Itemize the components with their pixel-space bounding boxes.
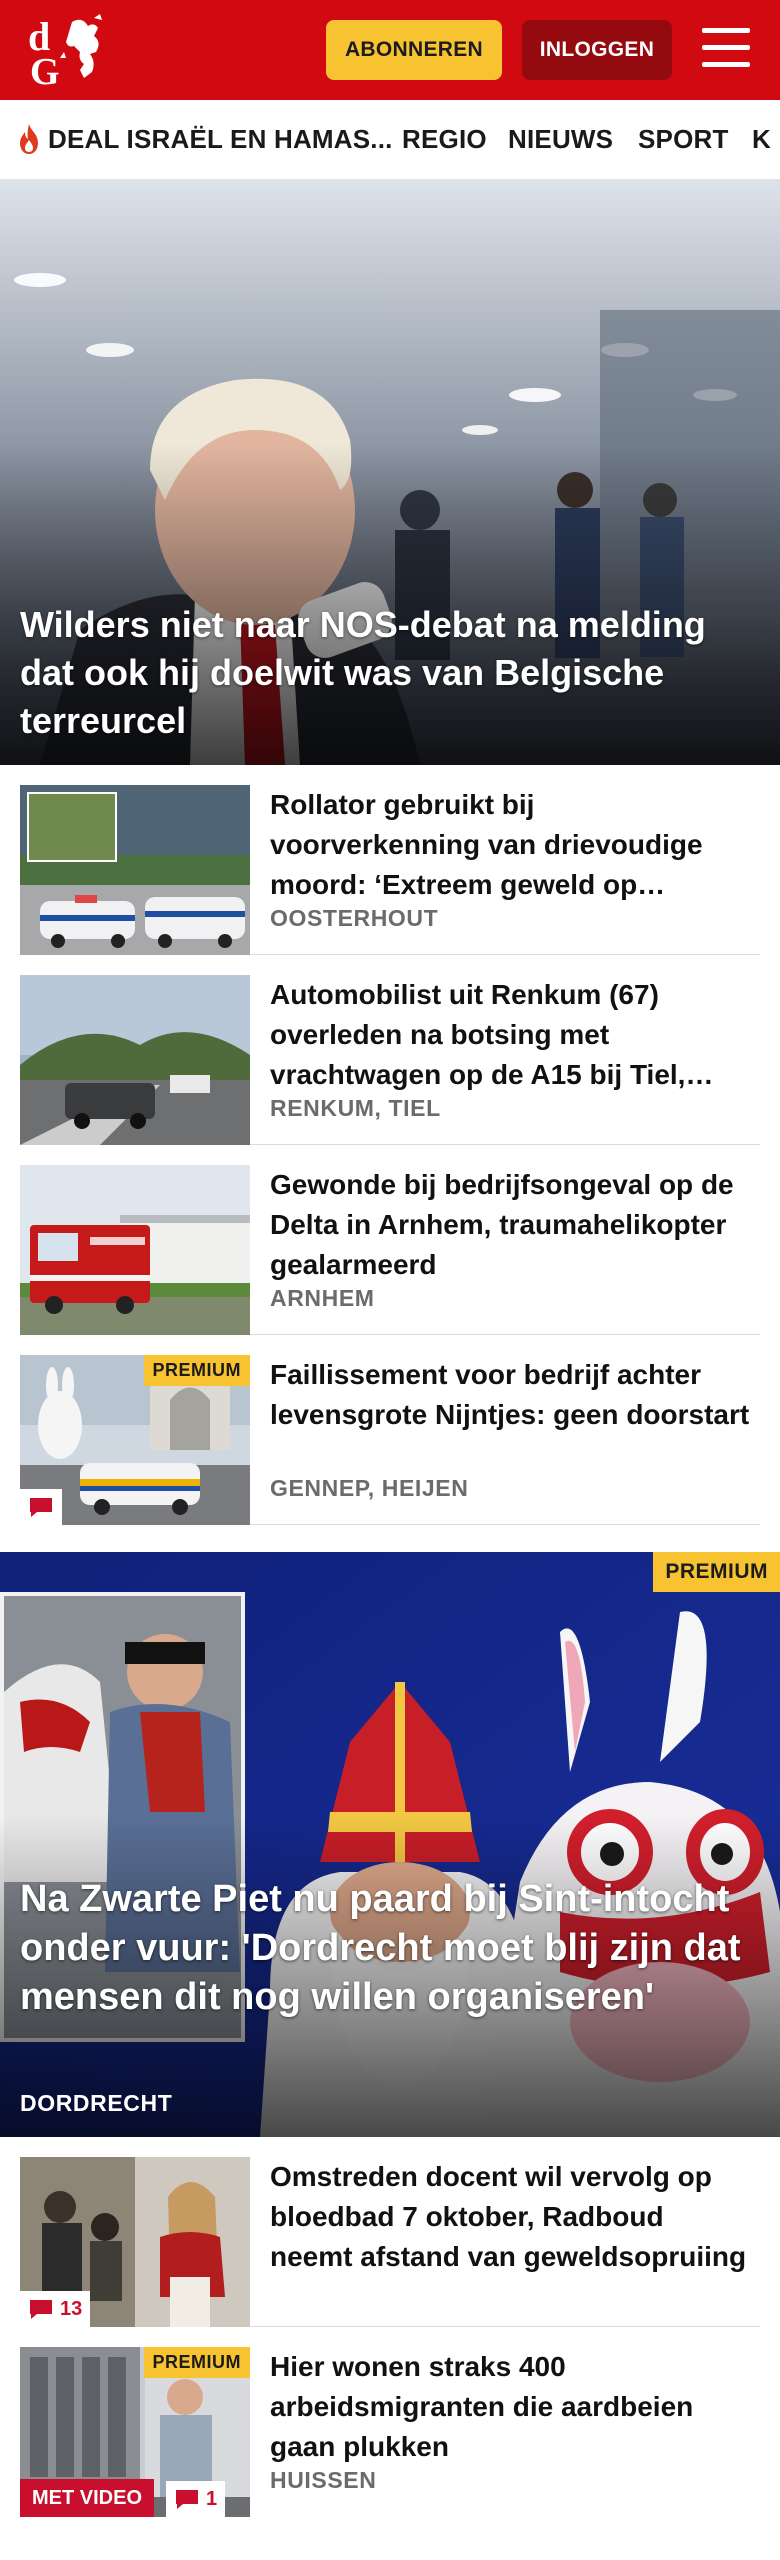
article-item[interactable]: Gewonde bij bedrijfsongeval op de Delta … bbox=[20, 1145, 760, 1335]
article-item[interactable]: PREMIUM MET VIDEO 1 Hier wonen straks 40… bbox=[20, 2327, 760, 2560]
article-title[interactable]: Omstreden docent wil vervolg op bloedbad… bbox=[270, 2157, 750, 2277]
comment-icon bbox=[30, 1498, 52, 1517]
article-location: HUISSEN bbox=[270, 2467, 377, 2493]
featured-article[interactable]: PREMIUM Na Zwarte Piet nu paard bij Sint… bbox=[0, 1552, 780, 2137]
article-title[interactable]: Gewonde bij bedrijfsongeval op de Delta … bbox=[270, 1165, 750, 1285]
subscribe-button[interactable]: ABONNEREN bbox=[326, 20, 502, 80]
article-title[interactable]: Rollator gebruikt bij voorverkenning van… bbox=[270, 785, 750, 905]
article-thumbnail bbox=[20, 975, 250, 1145]
article-thumbnail bbox=[20, 785, 250, 955]
nav-item-deal-israel-hamas[interactable]: DEAL ISRAËL EN HAMAS... bbox=[16, 100, 393, 178]
svg-text:G: G bbox=[30, 51, 60, 88]
article-item[interactable]: PREMIUM Faillissement voor bedrijf achte… bbox=[20, 1335, 760, 1525]
article-item[interactable]: 13 Omstreden docent wil vervolg op bloed… bbox=[20, 2137, 760, 2327]
dg-logo[interactable]: d G bbox=[24, 12, 114, 88]
login-button[interactable]: INLOGGEN bbox=[522, 20, 672, 80]
section-nav: DEAL ISRAËL EN HAMAS... REGIO NIEUWS SPO… bbox=[0, 100, 780, 180]
site-header: d G ABONNEREN INLOGGEN bbox=[0, 0, 780, 100]
comment-badge[interactable]: 13 bbox=[20, 2291, 91, 2327]
article-title[interactable]: Automobilist uit Renkum (67) overleden n… bbox=[270, 975, 750, 1095]
video-badge: MET VIDEO bbox=[20, 2479, 155, 2517]
nav-item-sport[interactable]: SPORT bbox=[638, 100, 729, 178]
article-thumbnail: 13 bbox=[20, 2157, 250, 2327]
article-location: GENNEP, HEIJEN bbox=[270, 1475, 469, 1501]
article-location: RENKUM, TIEL bbox=[270, 1095, 441, 1121]
article-item[interactable]: Rollator gebruikt bij voorverkenning van… bbox=[20, 765, 760, 955]
featured-headline[interactable]: Na Zwarte Piet nu paard bij Sint-intocht… bbox=[20, 1875, 760, 2022]
comment-badge[interactable] bbox=[20, 1489, 62, 1525]
featured-image bbox=[0, 1552, 780, 2137]
comment-icon bbox=[30, 2300, 52, 2319]
article-location: OOSTERHOUT bbox=[270, 905, 439, 931]
article-item[interactable]: Automobilist uit Renkum (67) overleden n… bbox=[20, 955, 760, 1145]
article-thumbnail: PREMIUM bbox=[20, 1355, 250, 1525]
premium-badge: PREMIUM bbox=[653, 1552, 780, 1592]
hero-article[interactable]: Wilders niet naar NOS-debat na melding d… bbox=[0, 180, 780, 765]
nav-item-label: DEAL ISRAËL EN HAMAS... bbox=[48, 123, 393, 154]
article-title[interactable]: Faillissement voor bedrijf achter levens… bbox=[270, 1355, 750, 1435]
article-thumbnail bbox=[20, 1165, 250, 1335]
premium-badge: PREMIUM bbox=[143, 1355, 250, 1386]
comment-badge[interactable]: 1 bbox=[166, 2481, 226, 2517]
hamburger-menu-icon[interactable] bbox=[700, 24, 752, 72]
nav-item-regio[interactable]: REGIO bbox=[402, 100, 487, 178]
comment-count: 1 bbox=[206, 2487, 218, 2510]
flame-icon bbox=[20, 124, 38, 154]
article-title[interactable]: Hier wonen straks 400 arbeidsmigranten d… bbox=[270, 2347, 750, 2467]
article-location: ARNHEM bbox=[270, 1285, 375, 1311]
nav-item-nieuws[interactable]: NIEUWS bbox=[508, 100, 613, 178]
nav-item-more[interactable]: K bbox=[752, 100, 771, 178]
hero-headline[interactable]: Wilders niet naar NOS-debat na melding d… bbox=[20, 601, 760, 745]
featured-location: DORDRECHT bbox=[20, 2090, 173, 2116]
article-thumbnail: PREMIUM MET VIDEO 1 bbox=[20, 2347, 250, 2517]
comment-icon bbox=[176, 2490, 198, 2509]
premium-badge: PREMIUM bbox=[143, 2347, 250, 2378]
comment-count: 13 bbox=[60, 2297, 83, 2320]
